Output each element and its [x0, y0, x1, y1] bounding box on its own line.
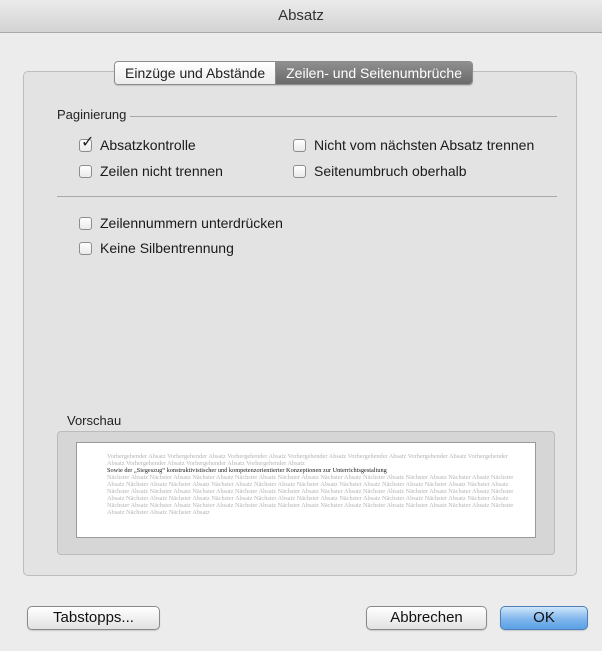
no-hyphenation-label: Keine Silbentrennung — [100, 240, 234, 256]
suppress-line-numbers-label: Zeilennummern unterdrücken — [100, 215, 283, 231]
checkbox-box[interactable] — [79, 241, 92, 255]
keep-lines-together-label: Zeilen nicht trennen — [100, 163, 223, 179]
preview-label: Vorschau — [67, 413, 126, 428]
widow-control-checkbox[interactable]: ✓ Absatzkontrolle — [79, 134, 196, 153]
pagination-group-label: Paginierung — [57, 107, 131, 122]
window-title: Absatz — [278, 7, 324, 24]
pagination-separator — [57, 116, 557, 117]
tabs-button[interactable]: Tabstopps... — [27, 606, 160, 630]
widow-control-label: Absatzkontrolle — [100, 137, 196, 153]
suppress-line-numbers-checkbox[interactable]: Zeilennummern unterdrücken — [79, 215, 283, 231]
keep-with-next-checkbox[interactable]: Nicht vom nächsten Absatz trennen — [293, 137, 534, 153]
checkbox-box[interactable] — [293, 138, 306, 152]
preview-current-paragraph: Sowie der „Siegeszug“ konstruktivistisch… — [107, 467, 387, 474]
checkbox-box[interactable] — [79, 216, 92, 230]
keep-lines-together-checkbox[interactable]: Zeilen nicht trennen — [79, 163, 223, 179]
checkmark-icon: ✓ — [81, 133, 95, 151]
ok-button[interactable]: OK — [500, 606, 588, 630]
page-break-before-checkbox[interactable]: Seitenumbruch oberhalb — [293, 163, 467, 179]
keep-with-next-label: Nicht vom nächsten Absatz trennen — [314, 137, 535, 153]
checkbox-box[interactable]: ✓ — [79, 134, 94, 152]
checkbox-box[interactable] — [293, 164, 306, 178]
checkbox-box[interactable] — [79, 164, 92, 178]
cancel-button[interactable]: Abbrechen — [366, 606, 487, 630]
section-separator — [57, 196, 557, 197]
preview-following-paragraph: Nächster Absatz Nächster Absatz Nächster… — [107, 474, 514, 516]
page-break-before-label: Seitenumbruch oberhalb — [314, 163, 467, 179]
preview-preceding-paragraph: Vorhergehender Absatz Vorhergehender Abs… — [107, 453, 508, 467]
no-hyphenation-checkbox[interactable]: Keine Silbentrennung — [79, 240, 234, 256]
tab-line-page-breaks[interactable]: Zeilen- und Seitenumbrüche — [275, 62, 473, 84]
tab-indents-spacing[interactable]: Einzüge und Abstände — [115, 62, 276, 84]
tab-bar: Einzüge und Abstände Zeilen- und Seitenu… — [114, 61, 474, 85]
window-title-bar: Absatz — [0, 0, 602, 33]
preview-page: Vorhergehender Absatz Vorhergehender Abs… — [76, 442, 536, 538]
